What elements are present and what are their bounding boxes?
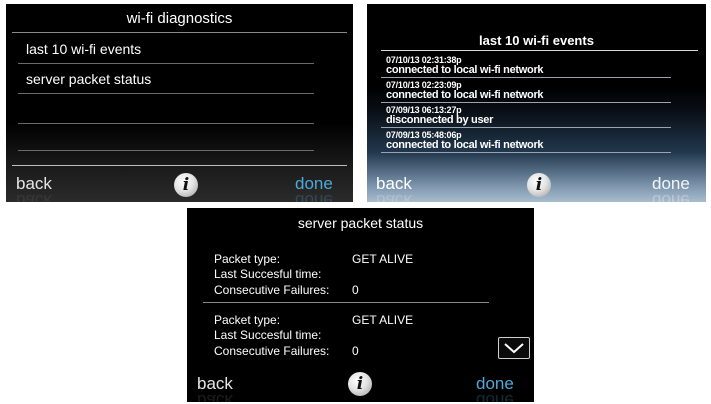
event-message: disconnected by user: [386, 114, 494, 126]
event-message: connected to local wi-fi network: [386, 89, 544, 101]
consecutive-failures-label: Consecutive Failures:: [214, 283, 330, 297]
info-icon[interactable]: i: [174, 173, 198, 197]
event-message: connected to local wi-fi network: [386, 64, 544, 76]
screen-title: last 10 wi-fi events: [479, 33, 594, 48]
consecutive-failures-value: 0: [352, 344, 359, 358]
back-button[interactable]: back: [376, 174, 412, 194]
server-packet-status-screen: server packet status Packet type: GET AL…: [187, 208, 534, 402]
row-divider: [381, 127, 671, 128]
menu-item-last-10-wifi-events[interactable]: last 10 wi-fi events: [26, 41, 141, 57]
menu-item-server-packet-status[interactable]: server packet status: [26, 71, 151, 87]
packet-type-value: GET ALIVE: [352, 252, 414, 266]
chevron-down-icon: [504, 343, 524, 354]
footer-divider: [12, 165, 347, 166]
list-item: 07/10/13 02:23:09p connected to local wi…: [386, 80, 544, 101]
row-divider: [18, 150, 314, 151]
wifi-diagnostics-screen: wi-fi diagnostics last 10 wi-fi events s…: [6, 4, 353, 202]
done-button[interactable]: done: [295, 174, 333, 194]
row-divider: [18, 123, 314, 124]
row-divider: [381, 152, 671, 153]
done-button[interactable]: done: [476, 374, 514, 394]
packet-type-label: Packet type:: [214, 313, 281, 327]
info-icon[interactable]: i: [527, 173, 551, 197]
info-icon[interactable]: i: [348, 372, 372, 396]
last-successful-time-label: Last Succesful time:: [214, 328, 322, 342]
screen-title: server packet status: [297, 215, 424, 231]
row-divider: [381, 77, 671, 78]
list-item: 07/09/13 05:48:06p connected to local wi…: [386, 130, 544, 151]
title-divider: [381, 50, 698, 51]
back-button[interactable]: back: [197, 374, 233, 394]
list-item: 07/10/13 02:31:38p connected to local wi…: [386, 55, 544, 76]
packet-type-value: GET ALIVE: [352, 313, 414, 327]
last-successful-time-label: Last Succesful time:: [214, 267, 322, 281]
title-divider: [12, 32, 347, 33]
packet-divider: [203, 302, 489, 303]
screen-title: wi-fi diagnostics: [126, 10, 233, 27]
consecutive-failures-value: 0: [352, 283, 359, 297]
back-button[interactable]: back: [16, 174, 52, 194]
done-button[interactable]: done: [652, 174, 690, 194]
event-message: connected to local wi-fi network: [386, 139, 544, 151]
list-item: 07/09/13 06:13:27p disconnected by user: [386, 105, 494, 126]
packet-type-label: Packet type:: [214, 252, 281, 266]
row-divider: [18, 93, 314, 94]
row-divider: [381, 102, 671, 103]
row-divider: [18, 63, 314, 64]
wifi-events-screen: last 10 wi-fi events 07/10/13 02:31:38p …: [367, 4, 706, 202]
scroll-down-button[interactable]: [498, 337, 530, 359]
consecutive-failures-label: Consecutive Failures:: [214, 344, 330, 358]
